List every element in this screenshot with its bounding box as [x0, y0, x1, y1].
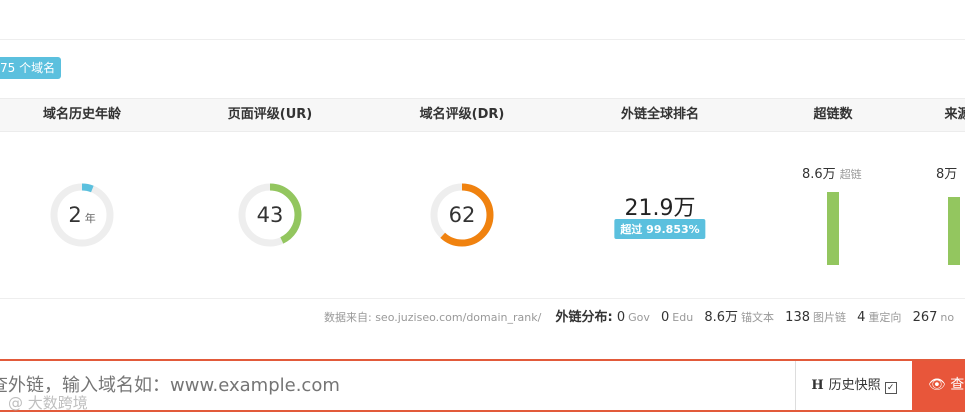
column-header-sources: 来源1 [944, 107, 965, 122]
history-snapshot-checkbox[interactable]: ✓ [884, 382, 897, 394]
eye-icon: 👁 [928, 377, 946, 393]
domain-search-input[interactable] [0, 361, 795, 410]
query-button[interactable]: 👁 查询 [912, 361, 965, 410]
top-divider [0, 39, 965, 40]
dist-gov-num: 0 [616, 310, 626, 325]
backlinks-label: 8.6万 超链 [802, 167, 862, 182]
dist-label: 外链分布: [555, 310, 613, 325]
dist-nofollow-label: no [940, 311, 955, 324]
dist-gov-label: Gov [628, 311, 650, 324]
watermark-logo: @ 大数跨境 [8, 394, 88, 412]
dist-anchor-label: 锚文本 [741, 311, 775, 324]
search-bar: H 历史快照✓ 👁 查询 [0, 359, 965, 412]
data-source-link[interactable]: 数据来自: seo.juziseo.com/domain_rank/ [324, 311, 541, 324]
footer-divider [0, 298, 965, 299]
dist-edu-label: Edu [672, 311, 694, 324]
ranking-percentile-badge: 超过 99.853% [614, 219, 706, 239]
column-header-ur: 页面评级(UR) [227, 107, 313, 122]
dist-anchor-num: 8.6万 [704, 310, 739, 325]
column-header-age: 域名历史年龄 [42, 107, 122, 122]
dist-redirect-label: 重定向 [868, 311, 902, 324]
history-snapshot-toggle[interactable]: H 历史快照 ✓ [795, 361, 913, 410]
backlinks-bar [827, 192, 839, 265]
ranking-value: 21.9万 [624, 196, 696, 221]
column-header-backlinks: 超链数 [813, 107, 853, 122]
dr-value: 62 [448, 203, 476, 227]
dist-redirect-num: 4 [857, 310, 866, 325]
column-header-ranking: 外链全球排名 [620, 107, 700, 122]
ur-value: 43 [256, 203, 284, 227]
age-value: 2年 [68, 203, 96, 227]
dist-image-label: 图片链 [813, 311, 846, 324]
column-header-dr: 域名评级(DR) [419, 107, 505, 122]
history-h-icon: H [811, 378, 824, 393]
metrics-header: 域名历史年龄 页面评级(UR) 域名评级(DR) 外链全球排名 超链数 来源1 [0, 98, 965, 132]
footer-stats: 数据来自: seo.juziseo.com/domain_rank/ 外链分布:… [324, 306, 961, 325]
dist-image-num: 138 [785, 310, 810, 325]
dist-nofollow-num: 267 [912, 310, 938, 325]
dist-edu-num: 0 [661, 310, 670, 325]
history-snapshot-label: 历史快照 [828, 378, 881, 393]
sources-bar [948, 197, 960, 265]
query-button-label: 查询 [950, 377, 965, 393]
domain-count-badge[interactable]: 75 个域名 [0, 57, 62, 79]
sources-label: 8万 [936, 167, 958, 182]
